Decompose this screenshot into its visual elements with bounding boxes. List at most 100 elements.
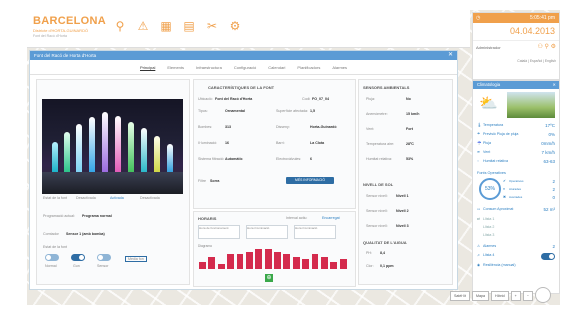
comtador-label: Comtador — [43, 232, 59, 236]
map-hybrid-button[interactable]: Híbrid — [490, 291, 509, 301]
top-header: BARCELONA Districte d'HORTA-GUINARDÓ Fon… — [27, 10, 470, 48]
lang-ca[interactable]: Català — [517, 59, 527, 63]
tools-icon[interactable]: ✂ — [205, 19, 219, 33]
resiliencia-label: Resiliència (manual) — [483, 263, 516, 267]
tab-configuracio[interactable]: Configuració — [234, 65, 256, 70]
count-label-1: Aturades — [509, 187, 522, 191]
district-label: Districte d'HORTA-GUINARDÓ — [33, 28, 89, 33]
app-title: BARCELONA — [33, 15, 106, 27]
list-row-1[interactable]: Llista 2 — [477, 225, 555, 232]
climate-label-4: Humitat relativa — [483, 159, 508, 163]
comtador-value: Sensor 1 (amb bomba) — [66, 232, 105, 236]
toggle-sensor[interactable] — [97, 254, 111, 261]
more-info-button[interactable]: MÉS INFORMACIÓ — [286, 177, 334, 184]
consum-value: 52 m³ — [543, 207, 555, 212]
zoom-out-button[interactable]: − — [522, 291, 533, 301]
characteristics-title: CARACTERÍSTIQUES DE LA FONT — [208, 85, 275, 90]
map-satellite-button[interactable]: Satèl·lit — [450, 291, 470, 301]
chart-bar-12 — [311, 254, 319, 269]
gear-icon[interactable]: ⚙ — [228, 19, 242, 33]
climate-label-2: Pluja — [483, 141, 491, 145]
ambient-label-0: Pluja: — [366, 97, 375, 101]
fountain-photo — [42, 99, 183, 194]
tab-principal[interactable]: Principal — [140, 65, 155, 70]
ambient-value-3: 28ºC — [406, 142, 414, 146]
map-map-button[interactable]: Mapa — [471, 291, 489, 301]
list-row-0[interactable]: ⇄ Llista 1 — [477, 217, 555, 224]
climate-row-0: 🌡Temperatura 17ºC — [477, 123, 555, 130]
estat-label: Estat de la font — [43, 245, 67, 249]
resiliencia-row[interactable]: ◉ Resiliència (manual) — [477, 263, 555, 270]
fonts-percent-ring: 53% — [479, 178, 501, 200]
climate-value-0: 17ºC — [545, 123, 555, 128]
climate-value-3: 7 km/h — [541, 150, 555, 155]
climate-value-2: 0mm/h — [541, 141, 555, 146]
climate-close-icon[interactable]: ✕ — [552, 81, 556, 89]
qualitat-label-0: PH: — [366, 251, 372, 255]
app-frame: BARCELONA Districte d'HORTA-GUINARDÓ Fon… — [27, 10, 560, 305]
count-label-2: Averiades — [509, 195, 523, 199]
alarm-row-1[interactable]: ♫ Llista 4 — [477, 253, 555, 260]
user-label: Administrador — [476, 45, 501, 50]
toggle-badge[interactable]: Media fon — [125, 256, 147, 262]
char-value2-2: La Clota — [310, 141, 325, 145]
char-value-2: 16 — [225, 141, 229, 145]
climate-label-3: Vent — [483, 150, 491, 154]
toggle-normal[interactable] — [45, 254, 59, 261]
char-value2-3: 6 — [310, 157, 312, 161]
list-row-2[interactable]: Llista 3 — [477, 233, 555, 240]
count-value-1: 2 — [552, 187, 555, 192]
map-controls: Satèl·lit Mapa Híbrid + − — [450, 291, 533, 301]
ambient-label-1: Anemòmetre: — [366, 112, 388, 116]
map-pin-icon[interactable]: ⚲ — [113, 19, 127, 33]
chart-icon[interactable]: ▦ — [159, 19, 173, 33]
add-schedule-button[interactable]: ⊕ — [265, 274, 273, 282]
tab-alarmes[interactable]: Alarmes — [332, 65, 347, 70]
ambient-value-0: No — [406, 97, 411, 101]
photo-option-1[interactable]: Desactivada — [76, 196, 96, 200]
clock-bar: ◷ 5:05:41 pm — [473, 13, 559, 23]
tab-calendari[interactable]: Calendari — [268, 65, 285, 70]
toggle-gun[interactable] — [71, 254, 85, 261]
document-icon[interactable]: ▤ — [182, 19, 196, 33]
ambient-value-1: 15 km/h — [406, 112, 420, 116]
location-label: Font del Racó d'Horta — [33, 34, 67, 38]
photo-option-3[interactable]: Desactivada — [140, 196, 160, 200]
close-icon[interactable]: ✕ — [448, 51, 453, 60]
compass-icon[interactable] — [535, 287, 551, 303]
char-label2-3: Electrovàlvules: — [276, 157, 302, 161]
ubicacio-value: Font del Racó d'Horta — [215, 97, 253, 101]
climate-label-0: Temperatura — [483, 123, 504, 127]
horari-label-1: Hora il·luminació — [247, 226, 270, 230]
zoom-in-button[interactable]: + — [510, 291, 521, 301]
ambient-title: SENSORS AMBIENTALS — [363, 85, 410, 90]
date-value: 04.04.2013 — [509, 26, 555, 36]
warning-icon[interactable]: ⚠ — [136, 19, 150, 33]
climate-row-2: ☔ Pluja 0mm/h — [477, 141, 555, 148]
list-label-0: Llista 1 — [483, 217, 495, 221]
nivell-value-1: Nivell 2 — [396, 209, 409, 213]
tab-elements[interactable]: Elements — [167, 65, 184, 70]
climate-row-1: ☂ Previsió Pluja de pluja 0% — [477, 132, 555, 139]
activity-value[interactable]: Encarregat — [322, 216, 340, 220]
char-value-0: Ornamental — [225, 109, 245, 113]
photo-option-2[interactable]: Activada — [110, 196, 124, 200]
tab-planificadors[interactable]: Planificadors — [297, 65, 320, 70]
lang-en[interactable]: English — [545, 59, 556, 63]
char-label2-1: Disseny: — [276, 125, 290, 129]
climate-row-4: ◌ Humitat relativa 63-63 — [477, 159, 555, 166]
climate-value-1: 0% — [548, 132, 555, 137]
ambient-value-4: 53% — [406, 157, 414, 161]
dialog-title-bar: Font del Racó de Horta d'Horta ✕ — [30, 51, 457, 60]
alarm-row-0[interactable]: ⚠ Alarmes 2 — [477, 244, 555, 251]
user-icons[interactable]: ⚇ ⚲ ⚙ — [538, 43, 557, 50]
horari-label-2: Hora il·luminació — [295, 226, 318, 230]
consum-label: Consum Aproximat — [483, 207, 514, 211]
count-row-1: ⏸ Aturades 2 — [503, 187, 555, 194]
climate-panel: Climatologia ✕ ⛅ 🌡Temperatura 17ºC ☂ Previs… — [472, 80, 560, 294]
lang-es[interactable]: Español — [530, 59, 542, 63]
fonts-operatives-title: Fonts Operatives — [477, 171, 506, 175]
climate-toggle[interactable] — [541, 253, 555, 260]
list-label-2: Llista 3 — [483, 233, 495, 237]
tab-infraestructura[interactable]: Infraestructura — [196, 65, 222, 70]
